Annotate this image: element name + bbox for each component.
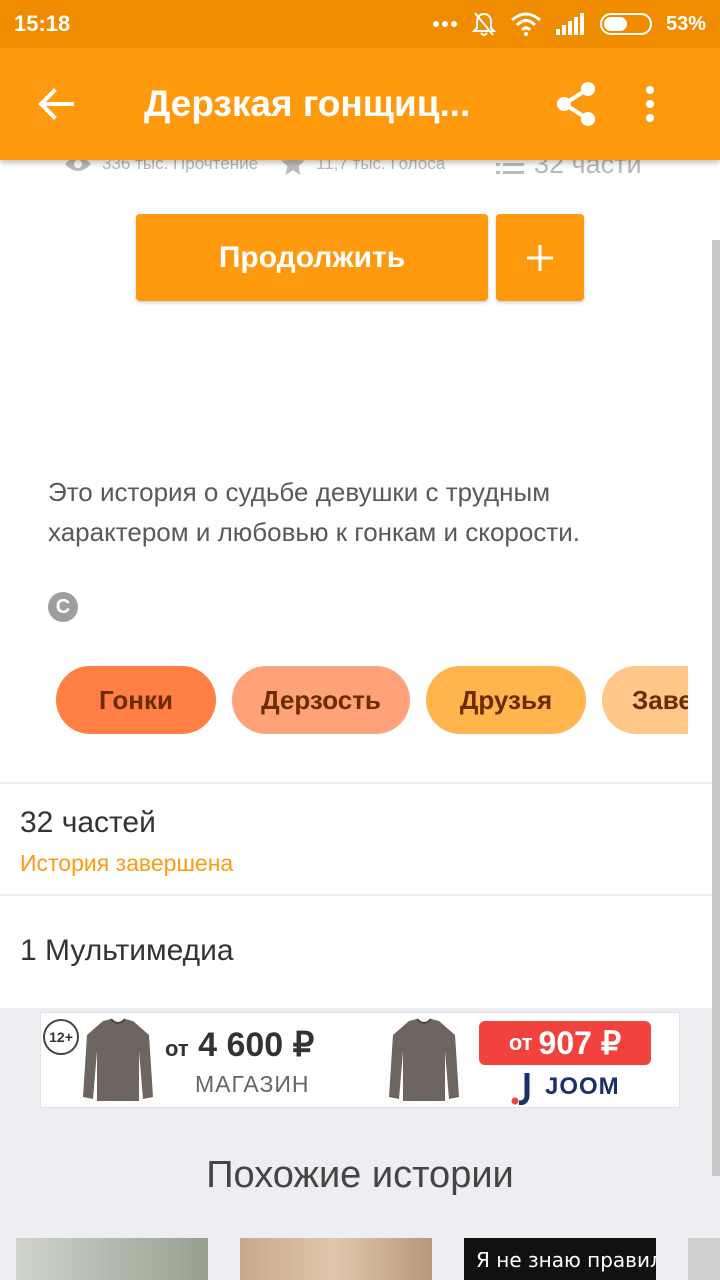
share-button[interactable] [540,48,612,160]
ad-shop-label: МАГАЗИН [195,1071,310,1097]
arrow-back-icon [38,88,74,120]
mute-icon [471,12,496,36]
ad-price-value: 4 600 ₽ [198,1026,315,1064]
ad-price-prefix: от [165,1036,189,1061]
wifi-icon [510,12,541,36]
parts-count[interactable]: 32 частей [20,806,156,840]
continue-reading-button[interactable]: Продолжить [136,214,488,301]
signal-icon [555,13,584,35]
battery-icon [599,13,652,35]
divider [0,894,720,896]
share-icon [557,82,595,126]
age-rating-badge: 12+ [43,1019,79,1055]
ad-banner[interactable]: 12+ от 4 600 ₽ МАГАЗИН от 907 ₽ JOOM [40,1012,680,1108]
story-description: Это история о судьбе девушки с трудным х… [48,477,580,547]
similar-story-thumbnail[interactable] [240,1238,432,1280]
add-to-library-button[interactable] [496,214,584,301]
more-options-button[interactable] [620,48,680,160]
status-bar: 15:18 53% [0,0,720,48]
battery-fill [603,17,628,31]
sweater-image [389,1018,459,1101]
story-details-screen: 15:18 53% Дерзкая гонщиц... 336 тыс. Про… [0,0,720,1280]
scrollbar[interactable] [712,240,720,1176]
tag-chip[interactable]: Друзья [426,666,586,734]
tag-chip[interactable]: Заве [602,666,688,734]
status-time: 15:18 [14,11,71,36]
similar-story-thumbnail[interactable]: Я не знаю правил! [464,1238,656,1280]
similar-story-thumbnail[interactable] [16,1238,208,1280]
copyright-icon[interactable]: C [48,592,78,622]
tags-row: Гонки Дерзость Друзья Заве [56,666,688,734]
more-vert-icon [646,86,654,122]
divider [0,782,720,784]
battery-percent: 53% [665,12,706,35]
status-icons: 53% [432,11,706,37]
tag-chip[interactable]: Гонки [56,666,216,734]
story-title: Дерзкая гонщиц... [144,83,471,124]
ad-price-1: от 4 600 ₽ [165,1025,314,1065]
multimedia-link[interactable]: 1 Мультимедиа [20,934,234,968]
tag-chip[interactable]: Дерзость [232,666,410,734]
more-dots-icon [432,21,457,27]
ad-brand: JOOM [545,1073,620,1100]
app-bar: Дерзкая гонщиц... [0,48,720,160]
ad-price-badge: от 907 ₽ [479,1021,651,1065]
back-button[interactable] [0,48,112,160]
similar-story-thumbnail[interactable] [688,1238,720,1280]
similar-stories-title: Похожие истории [206,1154,514,1196]
ad-price-2-value: 907 ₽ [538,1025,622,1061]
joom-logo-icon [511,1073,530,1105]
ad-price-2-prefix: от [508,1030,533,1055]
sweater-image [83,1018,153,1101]
plus-icon [527,244,553,271]
story-status: История завершена [20,850,234,876]
